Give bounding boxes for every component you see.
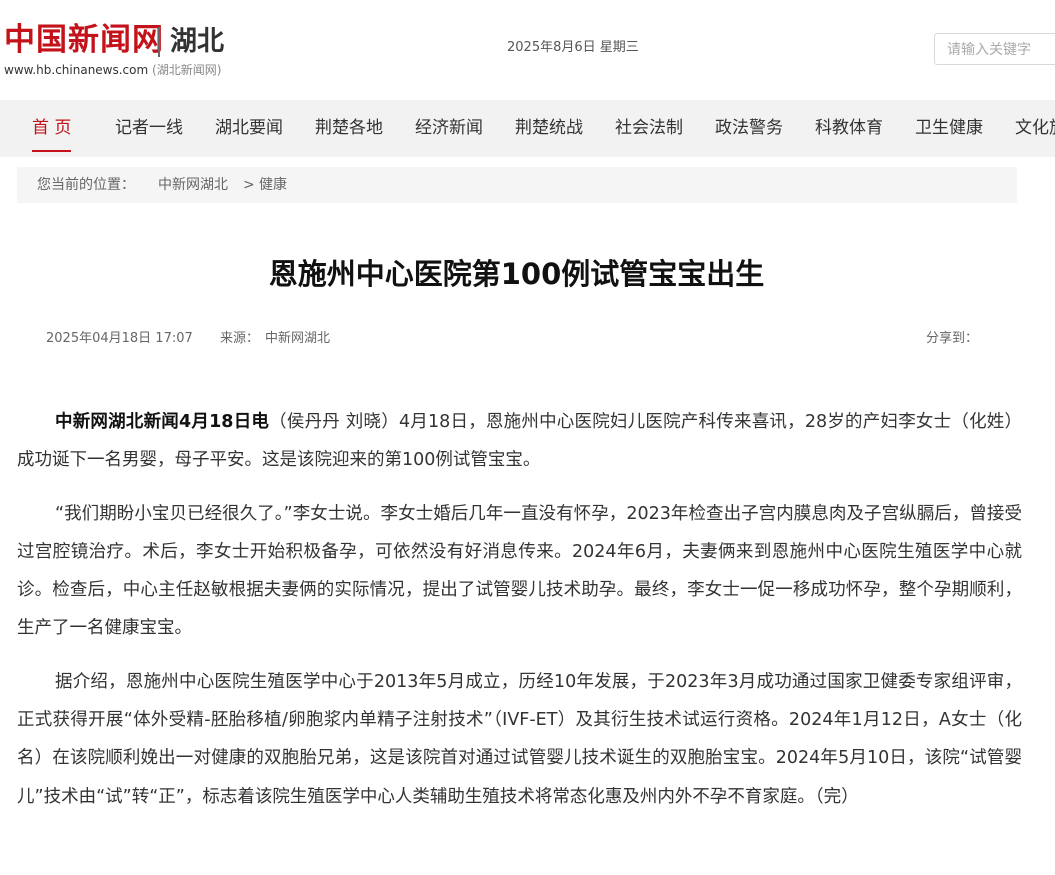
- site-url: www.hb.chinanews.com (湖北新闻网): [4, 63, 221, 77]
- nav-item-jingchu-local[interactable]: 荆楚各地: [315, 100, 383, 157]
- breadcrumb-home-link[interactable]: 中新网湖北: [158, 167, 228, 203]
- search-box[interactable]: [934, 33, 1055, 65]
- site-url-text: www.hb.chinanews.com: [4, 63, 149, 77]
- breadcrumb-separator: >: [243, 177, 255, 193]
- breadcrumb: 您当前的位置： 中新网湖北 > 健康: [17, 167, 1017, 203]
- site-url-sub: (湖北新闻网): [152, 63, 222, 77]
- nav-item-home[interactable]: 首 页: [32, 100, 72, 157]
- logo-divider: [158, 27, 160, 57]
- dateline: 中新网湖北新闻4月18日电: [55, 412, 270, 432]
- region-label[interactable]: 湖北: [170, 22, 224, 62]
- breadcrumb-current-link[interactable]: 健康: [259, 167, 287, 203]
- nav-item-united-front[interactable]: 荆楚统战: [515, 100, 583, 157]
- article-title: 恩施州中心医院第100例试管宝宝出生: [268, 257, 765, 291]
- article-paragraph-3: 据介绍，恩施州中心医院生殖医学中心于2013年5月成立，历经10年发展，于202…: [17, 671, 1022, 807]
- article-body: 中新网湖北新闻4月18日电（侯丹丹 刘晓）4月18日，恩施州中心医院妇儿医院产科…: [17, 403, 1022, 831]
- nav-item-culture-tourism[interactable]: 文化旅: [1015, 100, 1055, 157]
- nav-item-hubei-news[interactable]: 湖北要闻: [215, 100, 283, 157]
- article-paragraph-2: “我们期盼小宝贝已经很久了。”李女士说。李女士婚后几年一直没有怀孕，2023年检…: [17, 503, 1022, 639]
- main-nav: 首 页 记者一线 湖北要闻 荆楚各地 经济新闻 荆楚统战 社会法制 政法警务 科…: [0, 100, 1055, 157]
- current-date: 2025年8月6日 星期三: [507, 40, 639, 55]
- article-datetime: 2025年04月18日 17:07: [46, 331, 193, 346]
- nav-item-society-law[interactable]: 社会法制: [615, 100, 683, 157]
- site-logo[interactable]: 中国新闻网: [4, 20, 164, 60]
- article-paragraph-1: 中新网湖北新闻4月18日电（侯丹丹 刘晓）4月18日，恩施州中心医院妇儿医院产科…: [17, 403, 1022, 480]
- article-source[interactable]: 中新网湖北: [265, 330, 330, 348]
- nav-item-economy[interactable]: 经济新闻: [415, 100, 483, 157]
- site-header: 中国新闻网 湖北 www.hb.chinanews.com (湖北新闻网) 20…: [0, 0, 1055, 100]
- nav-item-health[interactable]: 卫生健康: [915, 100, 983, 157]
- share-label: 分享到：: [926, 331, 979, 346]
- search-input[interactable]: [945, 35, 1055, 65]
- breadcrumb-label: 您当前的位置：: [37, 177, 135, 193]
- nav-item-reporter[interactable]: 记者一线: [115, 100, 183, 157]
- nav-item-police[interactable]: 政法警务: [715, 100, 783, 157]
- nav-item-education-sports[interactable]: 科教体育: [815, 100, 883, 157]
- article-source-label: 来源：: [220, 331, 260, 346]
